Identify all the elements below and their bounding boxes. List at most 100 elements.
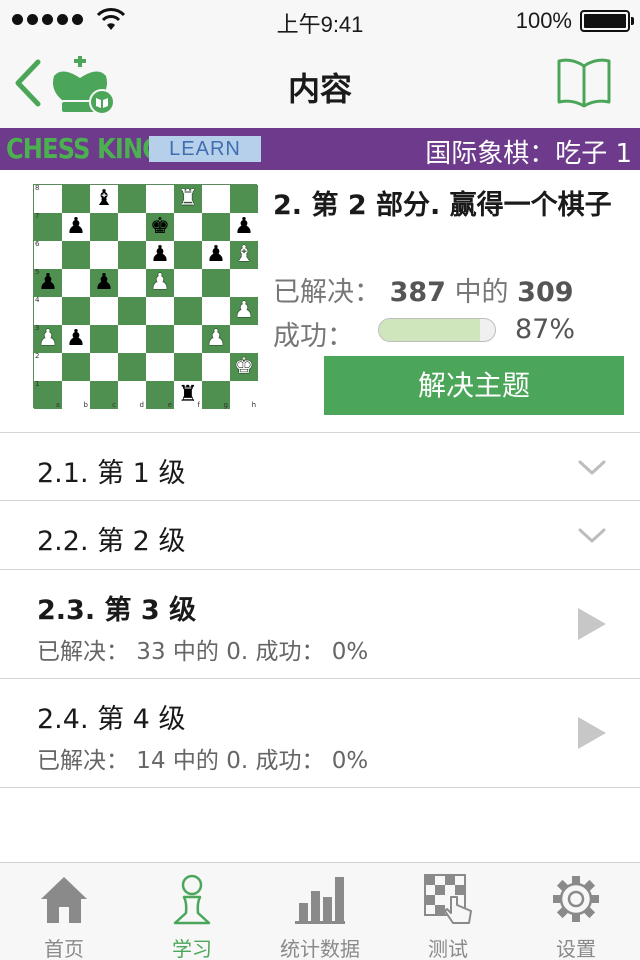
success-progress-bar xyxy=(378,318,496,342)
board-square xyxy=(118,353,146,381)
board-square: b xyxy=(62,381,90,409)
file-label: f xyxy=(197,401,200,409)
board-square: ♝ xyxy=(90,185,118,213)
white-king-icon: ♚ xyxy=(234,354,254,379)
learn-badge: LEARN xyxy=(149,136,261,162)
tab-home[interactable]: 首页 xyxy=(0,863,128,960)
level-row-1[interactable]: 2.1. 第 1 级 xyxy=(0,433,640,501)
rank-label: 3 xyxy=(35,324,40,332)
status-bar: 上午9:41 100% xyxy=(0,0,640,40)
board-square xyxy=(118,269,146,297)
pawn-icon xyxy=(173,874,211,925)
board-square xyxy=(202,297,230,325)
white-pawn-icon: ♟ xyxy=(206,326,226,351)
board-square: ♟ xyxy=(230,297,258,325)
black-pawn-icon: ♟ xyxy=(94,270,114,295)
solve-topic-button[interactable]: 解决主题 xyxy=(324,356,624,415)
battery-percent: 100% xyxy=(515,8,572,33)
board-square xyxy=(118,185,146,213)
board-square: ♟ xyxy=(202,325,230,353)
home-icon xyxy=(41,877,87,923)
file-label: a xyxy=(55,401,60,409)
solved-total: 387 xyxy=(389,277,446,308)
board-square xyxy=(202,269,230,297)
tab-learn[interactable]: 学习 xyxy=(128,863,256,960)
board-square: ♟ xyxy=(230,213,258,241)
white-rook-icon: ♜ xyxy=(178,186,198,211)
board-square: ♟ xyxy=(146,241,174,269)
board-square xyxy=(202,213,230,241)
board-square xyxy=(118,297,146,325)
rank-label: 1 xyxy=(35,380,40,388)
black-pawn-icon: ♟ xyxy=(38,270,58,295)
board-square xyxy=(146,353,174,381)
board-square: ♟ xyxy=(146,269,174,297)
board-square: ♚ xyxy=(230,353,258,381)
board-square: c xyxy=(90,381,118,409)
tab-test[interactable]: 测试 xyxy=(384,863,512,960)
tab-label: 设置 xyxy=(556,937,596,960)
board-square xyxy=(174,353,202,381)
tab-settings[interactable]: 设置 xyxy=(512,863,640,960)
black-king-icon: ♚ xyxy=(150,214,170,239)
part-title: 2. 第 2 部分. 赢得一个棋子 xyxy=(273,190,612,221)
solved-of-text: 中的 xyxy=(454,277,509,308)
board-square xyxy=(146,297,174,325)
rank-label: 4 xyxy=(35,296,40,304)
success-percent: 87% xyxy=(515,314,576,345)
solved-stats: 已解决： 387 中的 309 xyxy=(273,270,574,309)
board-square xyxy=(90,241,118,269)
board-square: 4 xyxy=(34,297,62,325)
white-bishop-icon: ♝ xyxy=(234,242,254,267)
board-square xyxy=(90,297,118,325)
progress-fill xyxy=(379,319,480,341)
course-title: 国际象棋：吃子 1 xyxy=(425,139,632,169)
navigation-bar: 内容 xyxy=(0,40,640,128)
board-square: 8 xyxy=(34,185,62,213)
board-square xyxy=(62,241,90,269)
play-icon xyxy=(578,717,606,749)
rank-label: 6 xyxy=(35,240,40,248)
board-square xyxy=(202,353,230,381)
book-button[interactable] xyxy=(556,56,612,110)
course-banner: CHESS KING LEARN 国际象棋：吃子 1 xyxy=(0,128,640,170)
board-square xyxy=(118,213,146,241)
brand-logo-text: CHESS KING xyxy=(6,132,162,165)
board-square xyxy=(146,185,174,213)
black-pawn-icon: ♟ xyxy=(206,242,226,267)
board-square: 6 xyxy=(34,241,62,269)
board-square: ♝ xyxy=(230,241,258,269)
board-hand-icon xyxy=(424,874,472,924)
board-square xyxy=(90,325,118,353)
level-row-2[interactable]: 2.2. 第 2 级 xyxy=(0,501,640,569)
file-label: h xyxy=(251,401,256,409)
board-square xyxy=(174,213,202,241)
level-title: 2.4. 第 4 级 xyxy=(37,704,186,735)
level-row-4[interactable]: 2.4. 第 4 级 已解决： 14 中的 0. 成功： 0% xyxy=(0,679,640,787)
level-stats: 已解决： 14 中的 0. 成功： 0% xyxy=(37,748,369,774)
tab-label: 测试 xyxy=(428,937,468,960)
board-square: ♜ xyxy=(174,185,202,213)
level-title: 2.1. 第 1 级 xyxy=(37,458,186,489)
bar-chart-icon xyxy=(295,877,345,924)
board-square xyxy=(230,325,258,353)
level-stats: 已解决： 33 中的 0. 成功： 0% xyxy=(37,639,369,665)
board-square xyxy=(118,241,146,269)
board-square: ♟ xyxy=(90,269,118,297)
tab-bar: 首页 学习 统计数据 测试 设置 xyxy=(0,862,640,960)
board-square xyxy=(230,185,258,213)
board-square: ♚ xyxy=(146,213,174,241)
board-square: 7 xyxy=(34,213,62,241)
file-label: d xyxy=(139,401,144,409)
chess-board-preview: 8 ♝ ♜ 7 ♟ ♚ ♟ 6 ♟ ♟ ♝ 5 ♟ ♟ ♟ 4 ♟ 3 ♟ ♟ ♟ 2 ♚ 1 a b c d e f ♜ g h xyxy=(33,184,258,409)
open-book-icon xyxy=(557,58,611,108)
board-square: 1a xyxy=(34,381,62,409)
level-row-3[interactable]: 2.3. 第 3 级 已解决： 33 中的 0. 成功： 0% xyxy=(0,570,640,678)
board-square xyxy=(62,185,90,213)
tab-label: 学习 xyxy=(172,937,212,960)
solved-label: 已解决： xyxy=(273,277,381,308)
tab-statistics[interactable]: 统计数据 xyxy=(256,863,384,960)
rank-label: 2 xyxy=(35,352,40,360)
file-label: e xyxy=(167,401,172,409)
board-square xyxy=(62,297,90,325)
